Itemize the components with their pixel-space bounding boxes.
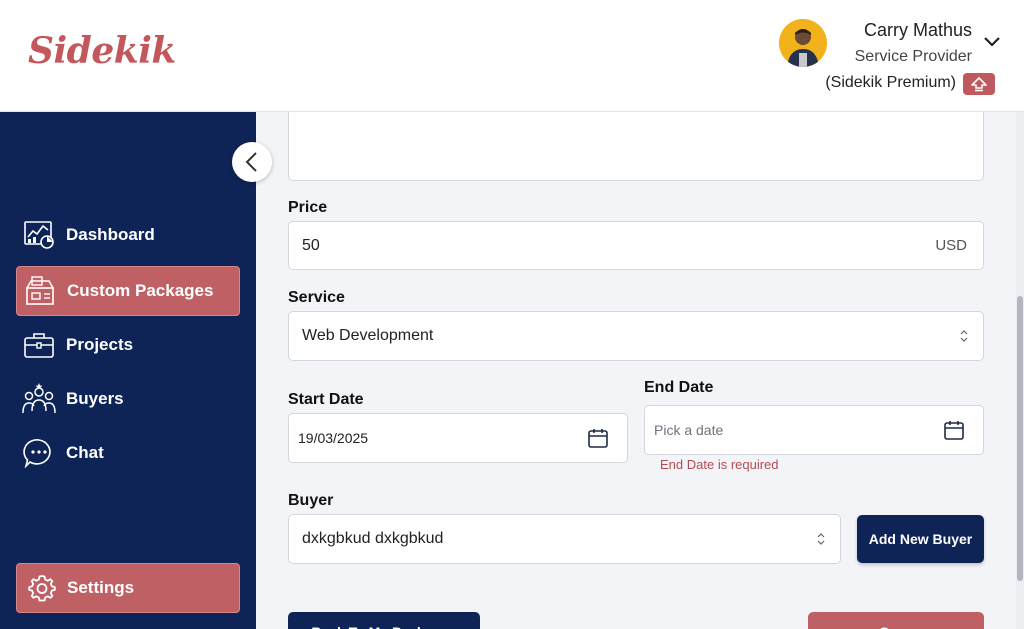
end-date-input[interactable]: Pick a date [644,405,984,455]
users-icon [22,382,56,416]
back-to-packages-button[interactable]: Back To My Packages [288,612,480,629]
package-icon [23,274,57,308]
buyer-value: dxkgbkud dxkgbkud [302,530,444,547]
service-label: Service [288,289,345,306]
price-value: 50 [302,236,320,254]
sidebar-item-buyers[interactable]: Buyers [16,374,240,424]
buyer-label: Buyer [288,492,334,509]
gear-icon [25,571,59,605]
service-value: Web Development [302,327,434,344]
user-plan: (Sidekik Premium) [825,74,956,91]
end-date-label: End Date [644,379,714,396]
buyer-select[interactable]: dxkgbkud dxkgbkud [288,514,841,564]
sidebar-collapse-button[interactable] [232,142,272,182]
currency-suffix: USD [935,237,967,254]
calendar-icon[interactable] [587,427,609,449]
package-form: Price 50 USD Service Web Development Sta… [256,112,1016,629]
sidebar-item-label: Chat [66,443,104,462]
user-menu-chevron-icon[interactable] [982,34,1002,50]
start-date-value: 19/03/2025 [298,430,369,446]
sidebar-item-label: Settings [67,578,135,597]
calendar-icon[interactable] [943,419,965,441]
end-date-error: End Date is required [660,457,779,472]
briefcase-icon [22,328,56,362]
sidebar-item-label: Projects [66,335,134,354]
start-date-input[interactable]: 19/03/2025 [288,413,628,463]
main-scrollbar[interactable] [1016,112,1024,629]
chat-icon [22,436,56,470]
sidebar-item-chat[interactable]: Chat [16,428,240,478]
start-date-label: Start Date [288,391,364,408]
select-arrows-icon [817,533,825,545]
select-arrows-icon [960,330,968,342]
add-new-buyer-button[interactable]: Add New Buyer [857,515,984,563]
sidebar-item-dashboard[interactable]: Dashboard [16,210,240,260]
price-label: Price [288,199,328,216]
sidebar-item-custom-packages[interactable]: Custom Packages [16,266,240,316]
sidebar-item-projects[interactable]: Projects [16,320,240,370]
sidekik-logo[interactable]: Sidekik [28,30,176,72]
sidebar [0,112,256,629]
top-header: Sidekik Carry Mathus Service Provider (S… [0,0,1024,112]
price-input[interactable]: 50 USD [288,221,984,270]
scrollbar-thumb[interactable] [1017,296,1023,581]
user-role: Service Provider [854,48,972,65]
upgrade-icon [971,77,987,92]
save-button[interactable]: Save [808,612,984,629]
upgrade-button[interactable] [963,73,995,95]
user-name: Carry Mathus [863,20,972,40]
sidebar-item-label: Dashboard [66,225,155,244]
sidebar-item-label: Buyers [66,389,124,408]
sidebar-item-settings[interactable]: Settings [16,563,240,613]
service-select[interactable]: Web Development [288,311,984,361]
sidebar-item-label: Custom Packages [67,281,214,300]
description-textarea[interactable] [288,112,984,181]
dashboard-icon [22,218,56,252]
chevron-left-icon [245,152,257,172]
end-date-placeholder: Pick a date [654,422,724,438]
